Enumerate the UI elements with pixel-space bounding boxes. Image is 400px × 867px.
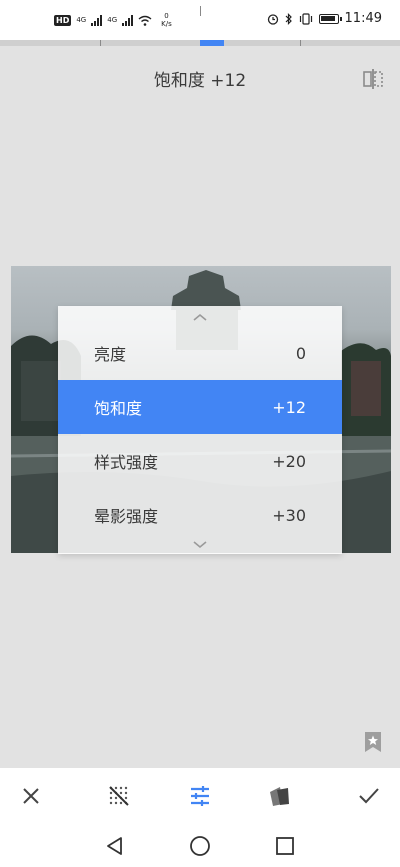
compare-button[interactable] xyxy=(362,68,384,90)
status-time: 11:49 xyxy=(344,11,382,26)
menu-item-saturation[interactable]: 饱和度 +12 xyxy=(58,380,342,434)
adjust-title: 饱和度 +12 xyxy=(153,71,247,91)
tune-sliders-icon xyxy=(191,786,209,806)
menu-item-value: +20 xyxy=(272,451,306,471)
speed-unit: K/s xyxy=(161,20,172,28)
bookmark-star-icon xyxy=(365,732,381,752)
track-tick xyxy=(300,40,301,46)
styles-cards-icon xyxy=(270,787,289,806)
track-center-marker xyxy=(200,6,201,16)
menu-item-label: 饱和度 xyxy=(94,399,143,418)
vibrate-icon xyxy=(299,12,312,25)
chevron-up-icon[interactable] xyxy=(192,312,208,322)
menu-item-vignette-strength[interactable]: 晕影强度 +30 xyxy=(58,488,342,542)
network-type-2: 4G xyxy=(107,15,118,24)
square-recent-icon xyxy=(276,837,294,855)
menu-item-value: 0 xyxy=(295,343,306,363)
styles-button[interactable] xyxy=(266,782,294,810)
bluetooth-icon xyxy=(285,12,292,25)
nav-home-button[interactable] xyxy=(188,834,212,858)
triangle-back-icon xyxy=(107,837,122,855)
adjust-track[interactable] xyxy=(0,40,400,46)
hd-badge: HD xyxy=(54,14,72,26)
track-indicator xyxy=(200,40,224,46)
circle-home-icon xyxy=(190,836,210,856)
system-nav-bar xyxy=(0,824,400,867)
speed-value: 0 xyxy=(164,12,169,20)
alarm-icon xyxy=(267,13,278,25)
apply-button[interactable] xyxy=(355,782,383,810)
chevron-down-icon[interactable] xyxy=(192,540,208,550)
cancel-button[interactable] xyxy=(17,782,45,810)
signal-icon xyxy=(91,14,103,26)
menu-item-label: 晕影强度 xyxy=(94,507,159,526)
signal-icon xyxy=(122,14,134,26)
network-speed: 0 K/s xyxy=(161,12,172,28)
track-tick xyxy=(100,40,101,46)
menu-item-label: 亮度 xyxy=(94,345,127,364)
wifi-icon xyxy=(138,15,152,26)
nav-back-button[interactable] xyxy=(103,834,127,858)
auto-adjust-icon xyxy=(109,786,129,806)
close-icon xyxy=(23,788,39,804)
menu-item-value: +30 xyxy=(272,505,306,525)
adjust-menu[interactable]: 亮度 0 饱和度 +12 样式强度 +20 晕影强度 +30 xyxy=(58,306,342,554)
nav-recent-button[interactable] xyxy=(273,834,297,858)
compare-icon xyxy=(363,69,383,89)
status-right: 11:49 xyxy=(267,11,382,26)
network-type-1: 4G xyxy=(76,15,87,24)
menu-item-brightness[interactable]: 亮度 0 xyxy=(58,326,342,380)
check-icon xyxy=(359,788,379,804)
battery-icon xyxy=(318,13,342,24)
bottom-toolbar xyxy=(0,768,400,824)
bookmark-button[interactable] xyxy=(364,731,382,753)
status-left: HD 4G 4G 0 K/s xyxy=(54,12,172,28)
menu-item-value: +12 xyxy=(272,397,306,417)
menu-item-style-strength[interactable]: 样式强度 +20 xyxy=(58,434,342,488)
auto-adjust-button[interactable] xyxy=(105,782,133,810)
menu-item-label: 样式强度 xyxy=(94,453,159,472)
tune-button[interactable] xyxy=(186,782,214,810)
